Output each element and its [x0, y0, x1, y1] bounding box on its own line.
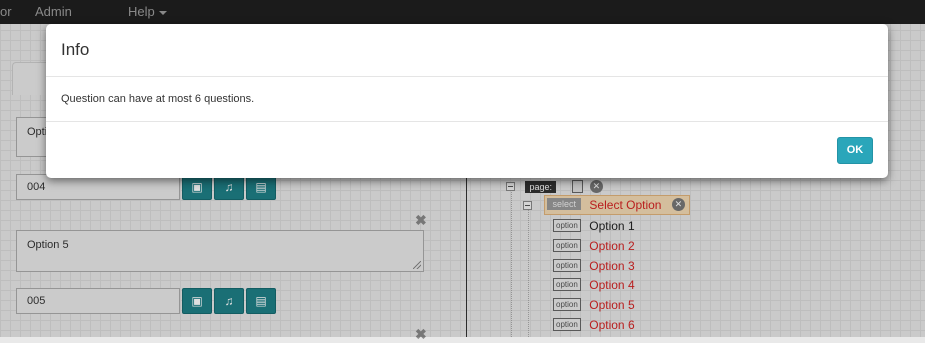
info-dialog: Info Question can have at most 6 questio…	[46, 24, 888, 178]
dialog-header: Info	[46, 24, 888, 77]
dialog-footer: OK	[46, 121, 888, 179]
ok-button[interactable]: OK	[837, 137, 873, 164]
dialog-title: Info	[61, 40, 90, 59]
dialog-message: Question can have at most 6 questions.	[61, 93, 255, 105]
